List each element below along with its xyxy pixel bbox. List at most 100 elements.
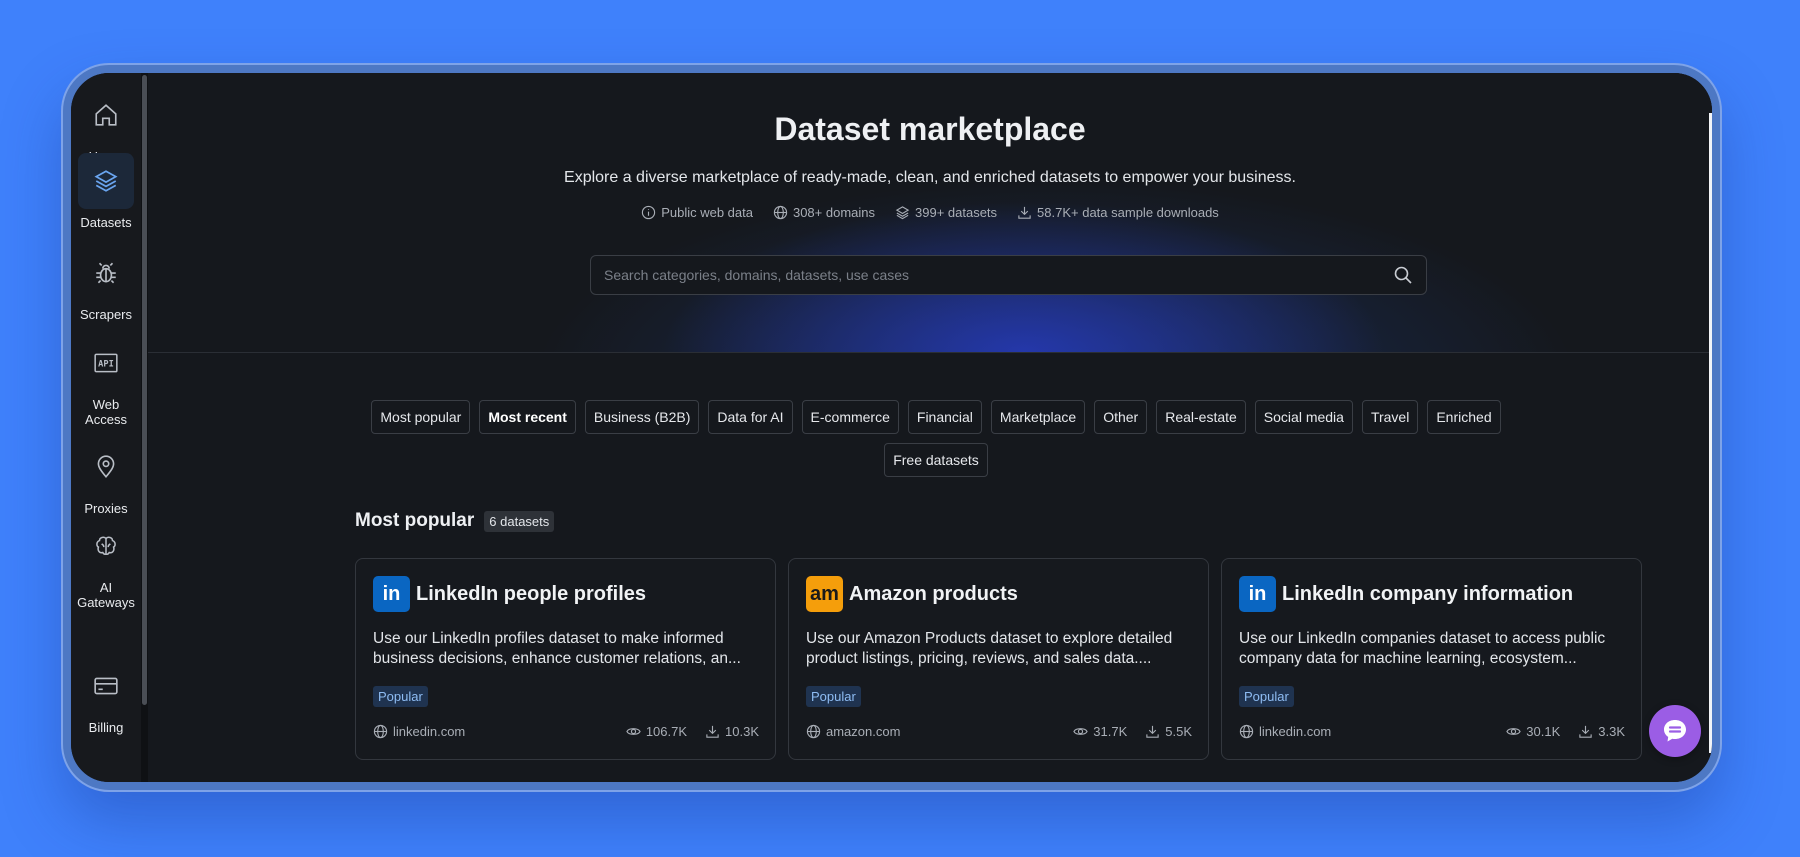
views-count: 106.7K	[645, 724, 688, 739]
filter-financial[interactable]: Financial	[907, 400, 982, 434]
globe-icon	[373, 724, 388, 739]
eye-icon	[626, 728, 641, 735]
dataset-card[interactable]: in LinkedIn company information Use our …	[1221, 558, 1642, 760]
card-footer: amazon.com 31.7K 5.5K	[806, 724, 1192, 739]
sidebar-item-datasets[interactable]: Datasets	[71, 153, 141, 230]
dataset-count-badge: 6 datasets	[484, 510, 555, 532]
card-downloads: 3.3K	[1578, 724, 1625, 739]
main-content: Dataset marketplace Explore a diverse ma…	[148, 73, 1712, 782]
card-downloads: 10.3K	[705, 724, 759, 739]
card-domain: linkedin.com	[1239, 724, 1488, 739]
stat-downloads: 58.7K+ data sample downloads	[1017, 205, 1219, 220]
dataset-card[interactable]: in LinkedIn people profiles Use our Link…	[355, 558, 776, 760]
sidebar-item-label: Datasets	[80, 215, 132, 230]
stat-label: Public web data	[661, 205, 753, 220]
dataset-card[interactable]: am Amazon products Use our Amazon Produc…	[788, 558, 1209, 760]
card-title[interactable]: LinkedIn company information	[1282, 583, 1573, 606]
sidebar: Home Datasets Scrapers API Web Access Pr…	[71, 73, 141, 782]
stat-public-web-data: Public web data	[641, 205, 753, 220]
sidebar-item-proxies[interactable]: Proxies	[71, 439, 141, 516]
scrollbar-thumb[interactable]	[142, 75, 147, 705]
section-header: Most popular 6 datasets	[355, 510, 555, 532]
card-description: Use our Amazon Products dataset to explo…	[806, 630, 1173, 667]
search-icon[interactable]	[1393, 265, 1413, 285]
filter-marketplace[interactable]: Marketplace	[990, 400, 1086, 434]
location-pin-icon	[78, 439, 134, 495]
page-subtitle: Explore a diverse marketplace of ready-m…	[564, 169, 1296, 186]
filter-free-datasets[interactable]: Free datasets	[884, 443, 988, 477]
amazon-logo-icon: am	[806, 576, 843, 612]
downloads-count: 5.5K	[1165, 724, 1192, 739]
search-bar	[590, 255, 1427, 295]
linkedin-logo-icon: in	[373, 576, 410, 612]
category-filters: Most popular Most recent Business (B2B) …	[336, 400, 1536, 477]
filter-most-recent[interactable]: Most recent	[479, 400, 576, 434]
section-title: Most popular	[355, 510, 475, 531]
chat-button[interactable]	[1649, 705, 1701, 757]
views-count: 31.7K	[1093, 724, 1128, 739]
api-icon: API	[78, 335, 134, 391]
download-icon	[706, 725, 719, 738]
sidebar-item-ai-gateways[interactable]: AI Gateways	[71, 518, 141, 610]
page-title: Dataset marketplace	[774, 111, 1086, 147]
filter-other[interactable]: Other	[1094, 400, 1148, 434]
sidebar-item-billing[interactable]: Billing	[71, 658, 141, 735]
filter-social-media[interactable]: Social media	[1254, 400, 1353, 434]
domain-label: linkedin.com	[1259, 724, 1332, 739]
stat-datasets: 399+ datasets	[895, 205, 997, 220]
sidebar-item-scrapers[interactable]: Scrapers	[71, 245, 141, 322]
sidebar-scrollbar[interactable]	[141, 73, 148, 782]
downloads-count: 10.3K	[725, 724, 759, 739]
card-views: 30.1K	[1506, 724, 1560, 739]
layers-icon	[895, 206, 910, 220]
card-title[interactable]: LinkedIn people profiles	[416, 583, 646, 606]
stat-label: 58.7K+ data sample downloads	[1037, 205, 1219, 220]
sidebar-item-label: Billing	[88, 720, 124, 735]
chat-bubble-icon	[1664, 720, 1686, 742]
stat-label: 308+ domains	[792, 205, 875, 220]
stats-bar: Public web data 308+ domains 399+ datase…	[148, 205, 1712, 220]
download-icon	[1146, 725, 1159, 738]
filter-data-for-ai[interactable]: Data for AI	[708, 400, 793, 434]
card-description: Use our LinkedIn companies dataset to ac…	[1239, 630, 1606, 667]
eye-icon	[1506, 728, 1521, 735]
eye-icon	[1073, 728, 1088, 735]
linkedin-logo-icon: in	[1239, 576, 1276, 612]
svg-text:API: API	[98, 359, 114, 369]
sidebar-item-label: Scrapers	[79, 307, 133, 322]
filter-most-popular[interactable]: Most popular	[371, 400, 471, 434]
main-scrollbar[interactable]	[1709, 113, 1712, 753]
card-domain: linkedin.com	[373, 724, 608, 739]
card-views: 106.7K	[626, 724, 687, 739]
stat-label: 399+ datasets	[915, 205, 998, 220]
hero-section: Dataset marketplace Explore a diverse ma…	[148, 73, 1712, 353]
card-footer: linkedin.com 106.7K 10.3K	[373, 724, 759, 739]
popular-badge: Popular	[373, 686, 428, 707]
sidebar-item-label: AI Gateways	[77, 580, 135, 610]
bug-icon	[78, 245, 134, 301]
sidebar-item-label: Web Access	[85, 397, 127, 427]
card-views: 31.7K	[1073, 724, 1127, 739]
filter-travel[interactable]: Travel	[1361, 400, 1419, 434]
download-icon	[1579, 725, 1592, 738]
filter-enriched[interactable]: Enriched	[1427, 400, 1501, 434]
views-count: 30.1K	[1526, 724, 1561, 739]
home-icon	[78, 87, 134, 143]
domain-label: linkedin.com	[393, 724, 466, 739]
card-icon	[78, 658, 134, 714]
sidebar-item-web-access[interactable]: API Web Access	[71, 335, 141, 427]
popular-badge: Popular	[806, 686, 861, 707]
globe-icon	[1239, 724, 1254, 739]
card-domain: amazon.com	[806, 724, 1055, 739]
card-description: Use our LinkedIn profiles dataset to mak…	[373, 630, 741, 667]
stat-domains: 308+ domains	[773, 205, 875, 220]
filter-e-commerce[interactable]: E-commerce	[801, 400, 899, 434]
card-title[interactable]: Amazon products	[849, 583, 1018, 606]
filter-real-estate[interactable]: Real-estate	[1156, 400, 1246, 434]
globe-icon	[806, 724, 821, 739]
app-window: Home Datasets Scrapers API Web Access Pr…	[63, 65, 1720, 790]
search-input[interactable]	[604, 267, 1393, 283]
filter-business-b2b[interactable]: Business (B2B)	[584, 400, 700, 434]
info-icon	[642, 205, 656, 220]
download-icon	[1018, 206, 1031, 219]
